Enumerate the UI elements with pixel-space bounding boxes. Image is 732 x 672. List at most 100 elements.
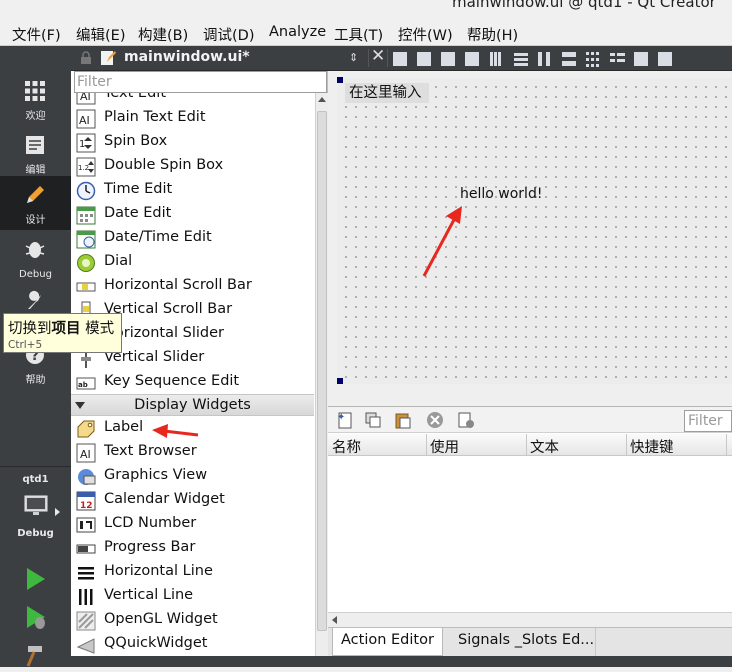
- widget-item-datetime-edit[interactable]: Date/Time Edit: [71, 227, 314, 251]
- tooltip-suffix: 模式: [80, 321, 115, 337]
- mode-edit[interactable]: 编辑: [0, 126, 71, 180]
- wrench-icon: [28, 290, 41, 309]
- mode-label: 设计: [25, 215, 46, 226]
- widget-item-label: Calendar Widget: [104, 491, 225, 507]
- widget-item-label: Vertical Line: [104, 587, 194, 603]
- menu-build[interactable]: 构建(B): [138, 24, 188, 45]
- close-document-icon[interactable]: ✕: [371, 46, 385, 66]
- selection-handle[interactable]: [337, 77, 343, 83]
- document-name[interactable]: mainwindow.ui*: [124, 49, 250, 65]
- menu-file[interactable]: 文件(F): [12, 24, 61, 45]
- hlayout-icon: [490, 52, 493, 66]
- graphics-view-icon: [78, 469, 96, 485]
- menu-debug[interactable]: 调试(D): [203, 24, 254, 45]
- paste-icon[interactable]: [394, 411, 412, 429]
- widget-item-label: Double Spin Box: [104, 157, 224, 173]
- form-label-hello[interactable]: hello world!: [460, 186, 542, 202]
- annotation-arrow-icon: [422, 206, 462, 277]
- widget-item-vertical-line[interactable]: Vertical Line: [71, 585, 314, 609]
- widget-item-label: Dial: [104, 253, 133, 269]
- column-header-shortcut[interactable]: 快捷键: [630, 436, 674, 457]
- grid-layout-icon: [586, 52, 589, 55]
- category-display-widgets[interactable]: Display Widgets: [71, 394, 314, 416]
- mode-welcome[interactable]: 欢迎: [0, 72, 71, 126]
- debug-run-button[interactable]: [24, 604, 48, 630]
- form-canvas[interactable]: [337, 78, 732, 384]
- label-tag-icon: [77, 420, 95, 438]
- widget-item-plain-text-edit[interactable]: AI Plain Text Edit: [71, 107, 314, 131]
- plain-text-edit-icon: AI: [76, 109, 96, 129]
- widget-list-scrollbar[interactable]: [315, 93, 328, 656]
- mode-tooltip: 切换到项目 模式 Ctrl+5: [3, 313, 122, 353]
- tab-action-editor[interactable]: Action Editor: [332, 628, 443, 656]
- column-header-used[interactable]: 使用: [430, 436, 459, 457]
- copy-icon[interactable]: [364, 411, 382, 429]
- widget-item-label: Date/Time Edit: [104, 229, 212, 245]
- widget-item-horizontal-line[interactable]: Horizontal Line: [71, 561, 314, 585]
- double-spin-box-icon: 1.2: [76, 157, 96, 177]
- opengl-icon: [76, 611, 96, 631]
- menubar: 文件(F) 编辑(E) 构建(B) 调试(D) Analyze 工具(T) 控件…: [0, 20, 732, 46]
- widget-item-hscroll[interactable]: Horizontal Scroll Bar: [71, 275, 314, 299]
- widget-filter-input[interactable]: Filter: [74, 71, 327, 93]
- widget-item-lcd-number[interactable]: LCD Number: [71, 513, 314, 537]
- widget-item-graphics-view[interactable]: Graphics View: [71, 465, 314, 489]
- document-edit-icon: [101, 51, 116, 65]
- widget-item-time-edit[interactable]: Time Edit: [71, 179, 314, 203]
- text-browser-icon: AI: [76, 443, 96, 463]
- widget-item-key-sequence[interactable]: ab Key Sequence Edit: [71, 371, 314, 395]
- widget-item-label: Time Edit: [104, 181, 173, 197]
- spin-box-icon: 1: [76, 133, 96, 153]
- configure-icon[interactable]: [456, 411, 476, 429]
- tooltip-bold: 项目: [51, 321, 81, 337]
- action-filter-input[interactable]: Filter: [684, 410, 732, 432]
- vsplitter-icon: [562, 52, 576, 57]
- delete-icon[interactable]: [426, 411, 444, 429]
- document-switcher-icon[interactable]: ⇕: [349, 51, 358, 64]
- kit-selector[interactable]: Debug: [0, 490, 71, 542]
- menu-type-here[interactable]: 在这里输入: [345, 83, 429, 103]
- grid-icon: [25, 81, 45, 101]
- action-table-hscrollbar[interactable]: [328, 612, 732, 628]
- menu-widgets[interactable]: 控件(W): [398, 24, 453, 45]
- column-header-text[interactable]: 文本: [530, 436, 559, 457]
- form-layout-icon: [610, 53, 615, 56]
- widget-item-calendar-widget[interactable]: 12 Calendar Widget: [71, 489, 314, 513]
- column-divider: [726, 434, 727, 456]
- widget-item-label: QQuickWidget: [104, 635, 208, 651]
- progress-bar-icon: [76, 544, 96, 554]
- menu-tools[interactable]: 工具(T): [334, 24, 383, 45]
- tab-signals-slots-editor[interactable]: Signals _Slots Ed...: [450, 628, 602, 656]
- scroll-up-icon[interactable]: [318, 97, 326, 102]
- calendar-clock-icon: [76, 230, 96, 249]
- scroll-thumb[interactable]: [317, 111, 327, 631]
- widget-item-spin-box[interactable]: 1 Spin Box: [71, 131, 314, 155]
- selection-handle[interactable]: [337, 378, 343, 384]
- menu-edit[interactable]: 编辑(E): [76, 24, 125, 45]
- widget-box: Filter AI Text Edit AI Plain Text Edit 1…: [71, 71, 328, 656]
- kit-project-name: qtd1: [22, 474, 49, 485]
- widget-item-dial[interactable]: Dial: [71, 251, 314, 275]
- widget-item-label: Date Edit: [104, 205, 172, 221]
- widget-item-date-edit[interactable]: Date Edit: [71, 203, 314, 227]
- menu-analyze[interactable]: Analyze: [269, 24, 326, 40]
- widget-item-progress-bar[interactable]: Progress Bar: [71, 537, 314, 561]
- vline-icon: [79, 589, 93, 605]
- widget-item-qquickwidget[interactable]: QQuickWidget: [71, 633, 314, 656]
- svg-text:AI: AI: [79, 114, 90, 127]
- menu-help[interactable]: 帮助(H): [467, 24, 518, 45]
- widget-item-label: Plain Text Edit: [104, 109, 206, 125]
- new-action-icon[interactable]: ✦: [336, 411, 354, 429]
- widget-item-text-browser[interactable]: AI Text Browser: [71, 441, 314, 465]
- column-header-name[interactable]: 名称: [332, 436, 361, 457]
- mode-design[interactable]: 设计: [0, 176, 71, 230]
- action-editor-toolbar: ✦ Filter: [328, 407, 732, 433]
- mode-debug[interactable]: Debug: [0, 230, 71, 284]
- mode-label: Debug: [19, 269, 52, 280]
- scroll-left-icon[interactable]: [332, 616, 337, 624]
- widget-item-double-spin-box[interactable]: 1.2 Double Spin Box: [71, 155, 314, 179]
- build-button[interactable]: [24, 642, 48, 668]
- widget-item-text-edit[interactable]: AI Text Edit: [71, 93, 314, 107]
- run-button[interactable]: [24, 566, 48, 592]
- widget-item-opengl[interactable]: OpenGL Widget: [71, 609, 314, 633]
